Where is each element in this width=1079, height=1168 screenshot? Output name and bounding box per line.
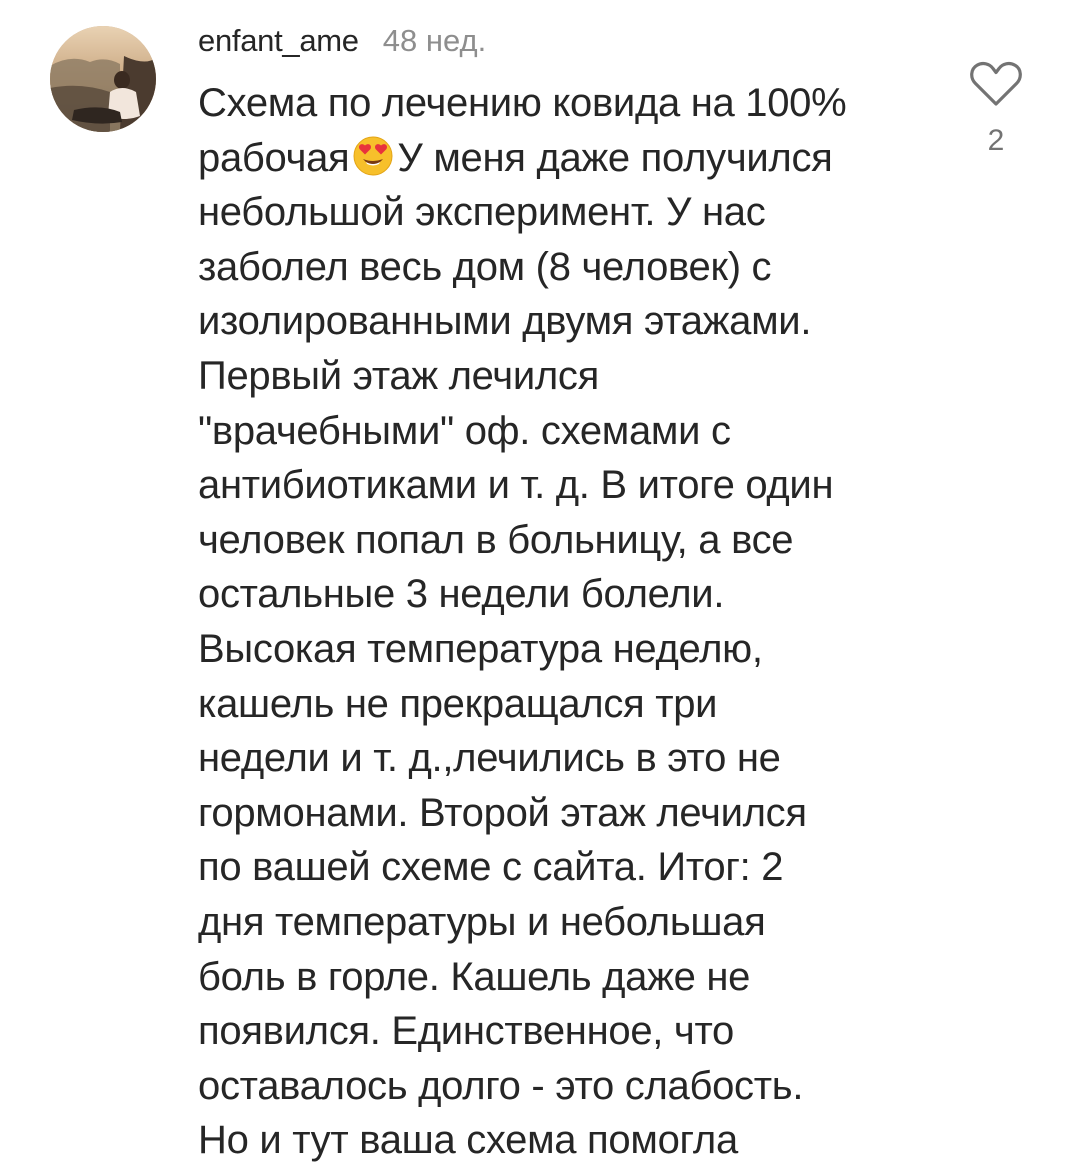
username-link[interactable]: enfant_ame xyxy=(198,23,359,59)
comment-line: небольшой эксперимент. У нас xyxy=(198,190,766,235)
comment-text: Схема по лечению ковида на 100% рабочая … xyxy=(198,76,938,1168)
comment-line: У меня даже получился xyxy=(397,135,833,180)
comment-line: антибиотиками и т. д. В итоге один xyxy=(198,463,834,508)
heart-outline-icon xyxy=(970,61,1022,106)
comment-line: "врачебными" оф. схемами с xyxy=(198,408,731,453)
comment-line: боль в горле. Кашель даже не xyxy=(198,954,751,999)
comment: enfant_ame 48 нед. Схема по лечению кови… xyxy=(0,0,1079,1162)
like-button[interactable] xyxy=(968,60,1024,108)
comment-line: оставалось долго - это слабость. xyxy=(198,1063,804,1108)
comment-header: enfant_ame 48 нед. xyxy=(198,16,486,66)
comment-timestamp: 48 нед. xyxy=(382,23,487,58)
avatar-photo-icon xyxy=(50,26,156,132)
like-count: 2 xyxy=(987,124,1005,157)
comment-line: гормонами. Второй этаж лечился xyxy=(198,790,807,835)
comment-line: заболел весь дом (8 человек) с xyxy=(198,244,772,289)
heart-eyes-emoji-icon xyxy=(353,136,393,191)
user-avatar[interactable] xyxy=(50,26,156,132)
comment-line: дня температуры и небольшая xyxy=(198,899,766,944)
comment-line: недели и т. д.,лечились в это не xyxy=(198,736,781,781)
comment-line: остальные 3 недели болели. xyxy=(198,572,725,617)
comment-line: Высокая температура неделю, xyxy=(198,626,763,671)
comment-line: Схема по лечению ковида на 100% xyxy=(198,81,847,125)
comment-line: Первый этаж лечился xyxy=(198,353,599,398)
comment-line: рабочая xyxy=(198,135,350,180)
comment-line: кашель не прекращался три xyxy=(198,681,718,726)
comment-line: изолированными двумя этажами. xyxy=(198,299,812,344)
comment-line: человек попал в больницу, а все xyxy=(198,517,794,562)
comment-line-with-emoji: рабочая У меня даже получился xyxy=(198,131,938,186)
comment-line: Но и тут ваша схема помогла xyxy=(198,1118,738,1163)
comment-line: по вашей схеме с сайта. Итог: 2 xyxy=(198,845,784,890)
comment-line: появился. Единственное, что xyxy=(198,1009,734,1054)
